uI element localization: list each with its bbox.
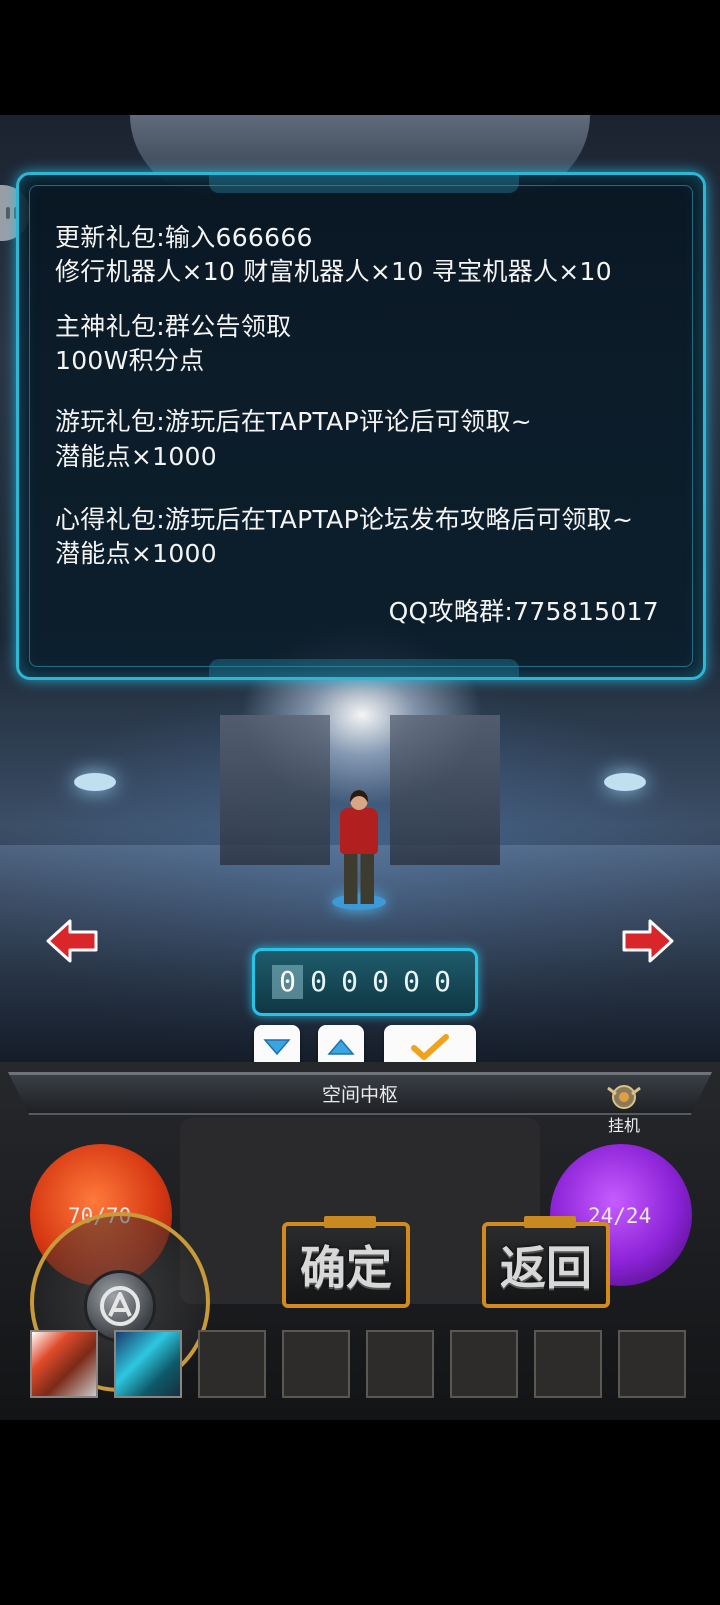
chevron-up-icon [327,1038,355,1055]
notice-line: 100W积分点 [55,346,205,375]
code-digit[interactable]: 0 [334,965,365,999]
left-arrow-icon[interactable] [44,918,100,964]
qq-group-text: QQ攻略群:775815017 [388,597,659,626]
left-light [74,773,116,791]
code-digit[interactable]: 0 [396,965,427,999]
location-title: 空间中枢 [321,1084,398,1106]
notice-line: 修行机器人×10 财富机器人×10 寻宝机器人×10 [55,257,612,286]
pause-icon [6,207,10,219]
confirm-button[interactable]: 确定 [282,1216,410,1308]
back-button[interactable]: 返回 [482,1216,610,1308]
code-digit[interactable]: 0 [427,965,458,999]
check-icon [411,1034,449,1060]
left-pillar [220,715,330,865]
player-character [330,790,388,910]
skill-slot[interactable] [114,1330,182,1398]
code-digit[interactable]: 0 [365,965,396,999]
code-digit[interactable]: 0 [272,965,303,999]
notice-line: 潜能点×1000 [55,539,217,568]
notice-line: 主神礼包:群公告领取 [55,312,292,341]
chevron-down-icon [263,1039,291,1056]
right-pillar [390,715,500,865]
notice-line: 心得礼包:游玩后在TAPTAP论坛发布攻略后可领取~ [55,505,634,534]
notice-line: 更新礼包:输入666666 [55,223,313,252]
right-light [604,773,646,791]
confirm-button-label: 确定 [300,1241,392,1295]
back-button-label: 返回 [500,1241,592,1295]
skill-slot[interactable] [366,1330,434,1398]
skill-slot[interactable] [450,1330,518,1398]
code-input[interactable]: 0 0 0 0 0 0 [252,948,478,1016]
notice-line: 游玩礼包:游玩后在TAPTAP评论后可领取~ [55,407,532,436]
skill-slot[interactable] [282,1330,350,1398]
gift-notice-panel: 更新礼包:输入666666 修行机器人×10 财富机器人×10 寻宝机器人×10… [16,172,706,680]
skill-slot[interactable] [30,1330,98,1398]
hang-icon[interactable] [604,1082,644,1112]
code-digit[interactable]: 0 [303,965,334,999]
skill-slot[interactable] [534,1330,602,1398]
hang-label[interactable]: 挂机 [604,1112,644,1136]
attack-icon [100,1286,140,1326]
notice-line: 潜能点×1000 [55,442,217,471]
skill-slot[interactable] [618,1330,686,1398]
right-arrow-icon[interactable] [620,918,676,964]
skill-slot[interactable] [198,1330,266,1398]
